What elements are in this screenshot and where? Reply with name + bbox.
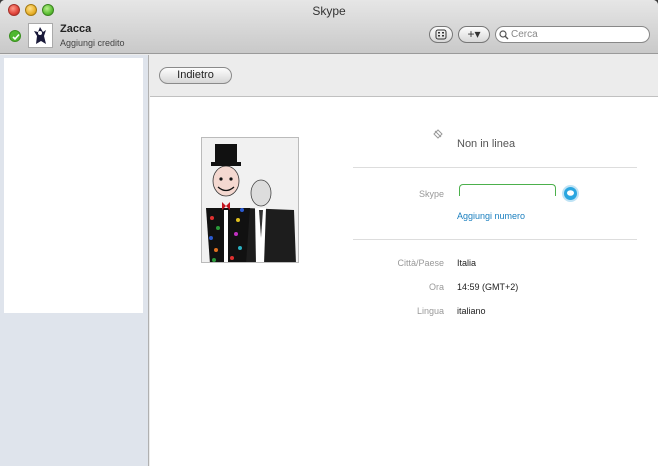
language-label: Lingua <box>416 306 444 316</box>
sidebar <box>0 55 149 466</box>
back-button[interactable]: Indietro <box>159 67 232 84</box>
divider <box>353 239 637 240</box>
profile-picture <box>201 137 299 263</box>
time-value: 14:59 (GMT+2) <box>457 282 519 292</box>
add-menu-button[interactable]: +▾ <box>458 26 490 43</box>
city-country-label: Città/Paese <box>397 258 444 268</box>
window-title: Skype <box>312 4 346 18</box>
dialpad-button[interactable] <box>429 26 453 43</box>
chat-bubble-icon <box>567 190 574 196</box>
profile-toolbar: Indietro <box>150 55 658 97</box>
city-country-value: Italia <box>457 258 477 268</box>
skype-label: Skype <box>418 189 444 199</box>
language-value: italiano <box>457 306 486 316</box>
time-label: Ora <box>428 282 444 292</box>
add-credit-link[interactable]: Aggiungi credito <box>60 38 125 48</box>
online-check-icon[interactable] <box>9 30 21 42</box>
skype-window: Skype Zacca Aggiungi credito +▾ Cerca In… <box>0 0 658 466</box>
search-input[interactable] <box>511 28 646 41</box>
contact-list[interactable] <box>4 58 143 313</box>
offline-status-icon <box>433 129 443 139</box>
add-number-link[interactable]: Aggiungi numero <box>457 211 525 221</box>
divider <box>353 167 637 168</box>
search-icon <box>499 30 509 40</box>
skype-name-field[interactable] <box>459 184 556 196</box>
dialpad-icon <box>435 29 447 40</box>
main-panel: Indietro Non in linea Skype Aggiungi num… <box>150 55 658 466</box>
title-bar: Skype Zacca Aggiungi credito +▾ <box>0 0 658 54</box>
call-button[interactable] <box>562 185 579 202</box>
user-name: Zacca <box>60 23 92 35</box>
search-box[interactable] <box>495 26 650 43</box>
avatar[interactable] <box>28 23 53 48</box>
status-text: Non in linea <box>457 138 516 150</box>
